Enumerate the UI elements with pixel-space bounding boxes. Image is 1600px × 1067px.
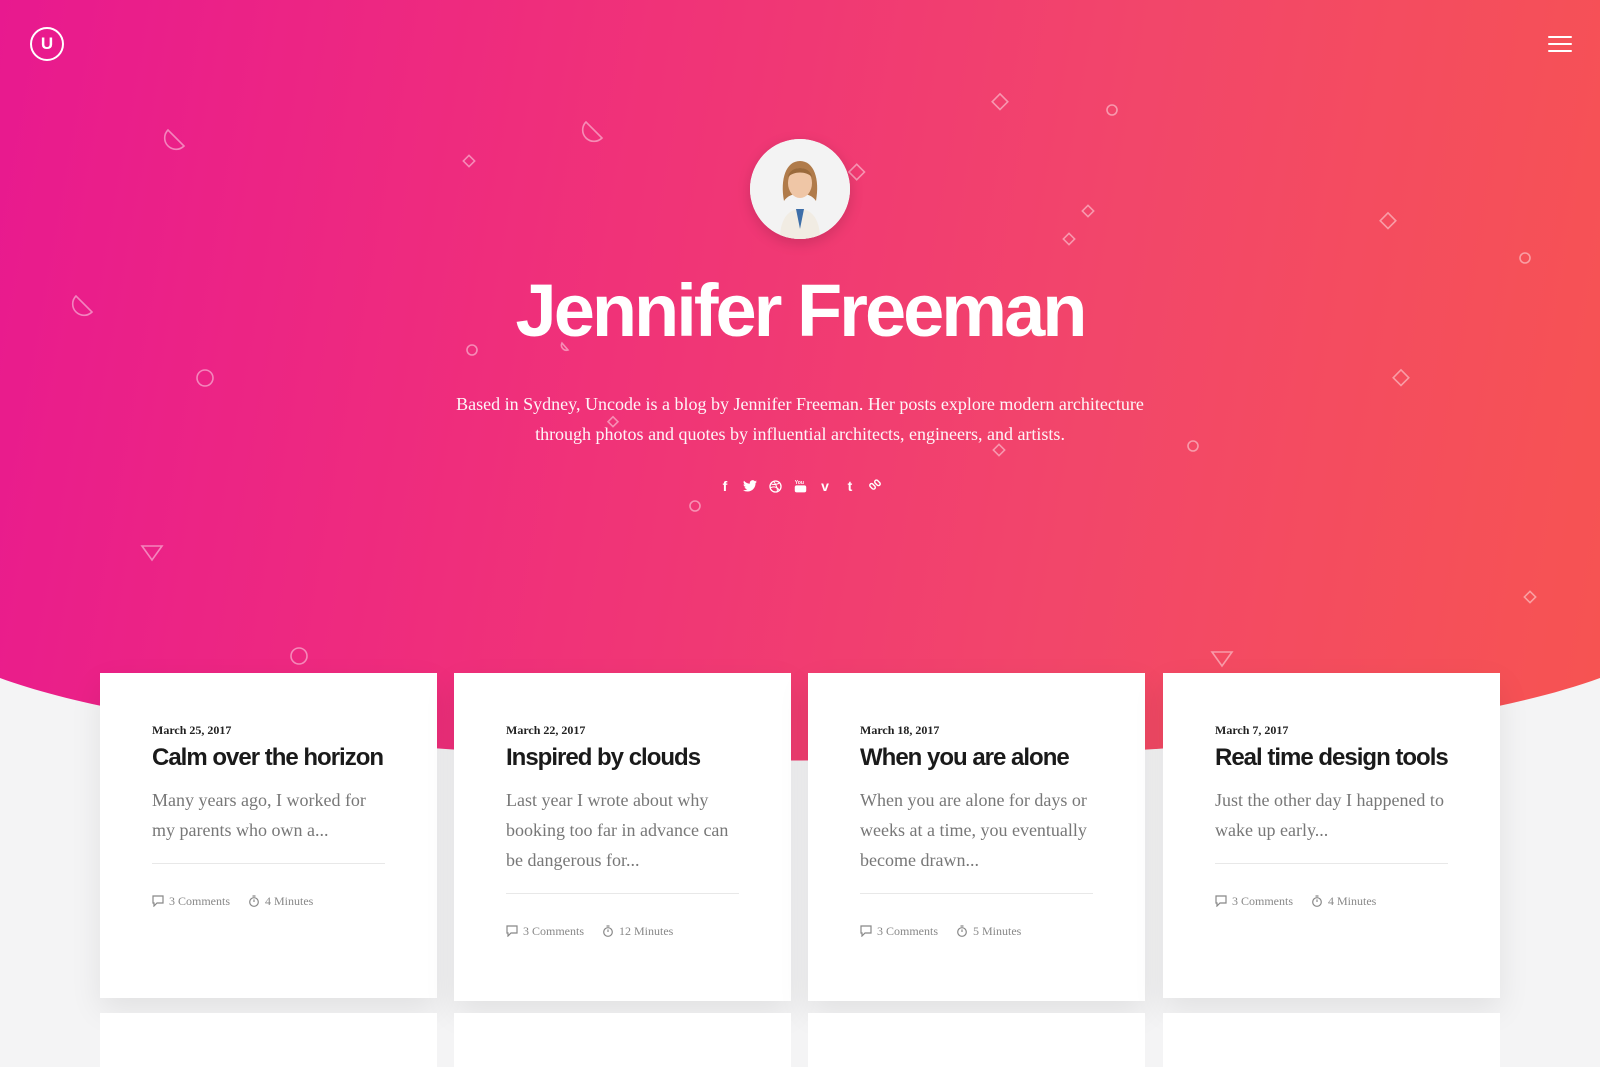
read-time-label: 4 Minutes [265, 893, 314, 908]
post-card[interactable]: March 7, 2017 Real time design tools Jus… [1163, 673, 1500, 998]
tumblr-icon[interactable]: t [842, 477, 858, 495]
twitter-icon[interactable] [742, 477, 758, 495]
logo-letter: U [40, 34, 54, 53]
post-title[interactable]: Inspired by clouds [506, 744, 739, 771]
stopwatch-icon [957, 925, 967, 937]
comments-count: 3 Comments [877, 923, 939, 938]
svg-text:You: You [794, 480, 803, 486]
social-links: f You v t [700, 477, 900, 499]
comment-icon [860, 925, 872, 937]
read-time: 5 Minutes [956, 916, 1021, 946]
logo[interactable]: U [30, 27, 64, 61]
avatar-portrait-icon [750, 139, 850, 239]
comments-link[interactable]: 3 Comments [506, 916, 584, 946]
vimeo-icon[interactable]: v [817, 477, 833, 495]
comment-icon [1215, 895, 1227, 907]
post-card-partial[interactable] [808, 1013, 1145, 1067]
post-date: March 25, 2017 [152, 723, 232, 737]
read-time: 4 Minutes [248, 886, 313, 916]
comments-link[interactable]: 3 Comments [860, 916, 938, 946]
dribbble-icon[interactable] [767, 477, 783, 495]
hamburger-icon[interactable] [1548, 36, 1572, 54]
post-card[interactable]: March 22, 2017 Inspired by clouds Last y… [454, 673, 791, 1001]
youtube-icon[interactable]: You [792, 477, 808, 495]
divider [860, 893, 1093, 894]
comment-icon [506, 925, 518, 937]
post-date: March 7, 2017 [1215, 723, 1289, 737]
read-time: 12 Minutes [602, 916, 673, 946]
post-meta: 3 Comments 4 Minutes [152, 886, 385, 916]
comments-link[interactable]: 3 Comments [1215, 886, 1293, 916]
post-excerpt: Just the other day I happened to wake up… [1215, 790, 1444, 840]
bio-line: through photos and quotes by influential… [535, 424, 1065, 444]
post-date: March 18, 2017 [860, 723, 940, 737]
read-time-label: 4 Minutes [1328, 893, 1377, 908]
bio-line: Based in Sydney, Uncode is a blog by Jen… [456, 394, 1144, 414]
post-excerpt: Many years ago, I worked for my parents … [152, 790, 366, 840]
post-card-partial[interactable] [1163, 1013, 1500, 1067]
avatar [750, 139, 850, 239]
facebook-icon[interactable]: f [717, 477, 733, 495]
post-excerpt: When you are alone for days or weeks at … [860, 790, 1087, 870]
post-card-partial[interactable] [100, 1013, 437, 1067]
bio: Based in Sydney, Uncode is a blog by Jen… [400, 389, 1200, 449]
post-meta: 3 Comments 5 Minutes [860, 916, 1093, 946]
post-meta: 3 Comments 4 Minutes [1215, 886, 1448, 916]
stopwatch-icon [603, 925, 613, 937]
post-title[interactable]: Calm over the horizon [152, 744, 385, 771]
link-icon[interactable] [867, 477, 883, 495]
post-title[interactable]: When you are alone [860, 744, 1093, 771]
post-title[interactable]: Real time design tools [1215, 744, 1449, 771]
divider [152, 863, 385, 864]
divider [1215, 863, 1448, 864]
stopwatch-icon [249, 895, 259, 907]
post-meta: 3 Comments 12 Minutes [506, 916, 739, 946]
post-card[interactable]: March 25, 2017 Calm over the horizon Man… [100, 673, 437, 998]
post-card-partial[interactable] [454, 1013, 791, 1067]
divider [506, 893, 739, 894]
post-excerpt: Last year I wrote about why booking too … [506, 790, 729, 870]
comments-link[interactable]: 3 Comments [152, 886, 230, 916]
comments-count: 3 Comments [523, 923, 585, 938]
comments-count: 3 Comments [1232, 893, 1294, 908]
page-title: Jennifer Freeman [515, 269, 1088, 352]
post-card[interactable]: March 18, 2017 When you are alone When y… [808, 673, 1145, 1001]
post-date: March 22, 2017 [506, 723, 586, 737]
read-time-label: 12 Minutes [619, 923, 674, 938]
read-time: 4 Minutes [1311, 886, 1376, 916]
comments-count: 3 Comments [169, 893, 231, 908]
stopwatch-icon [1312, 895, 1322, 907]
comment-icon [152, 895, 164, 907]
read-time-label: 5 Minutes [973, 923, 1022, 938]
